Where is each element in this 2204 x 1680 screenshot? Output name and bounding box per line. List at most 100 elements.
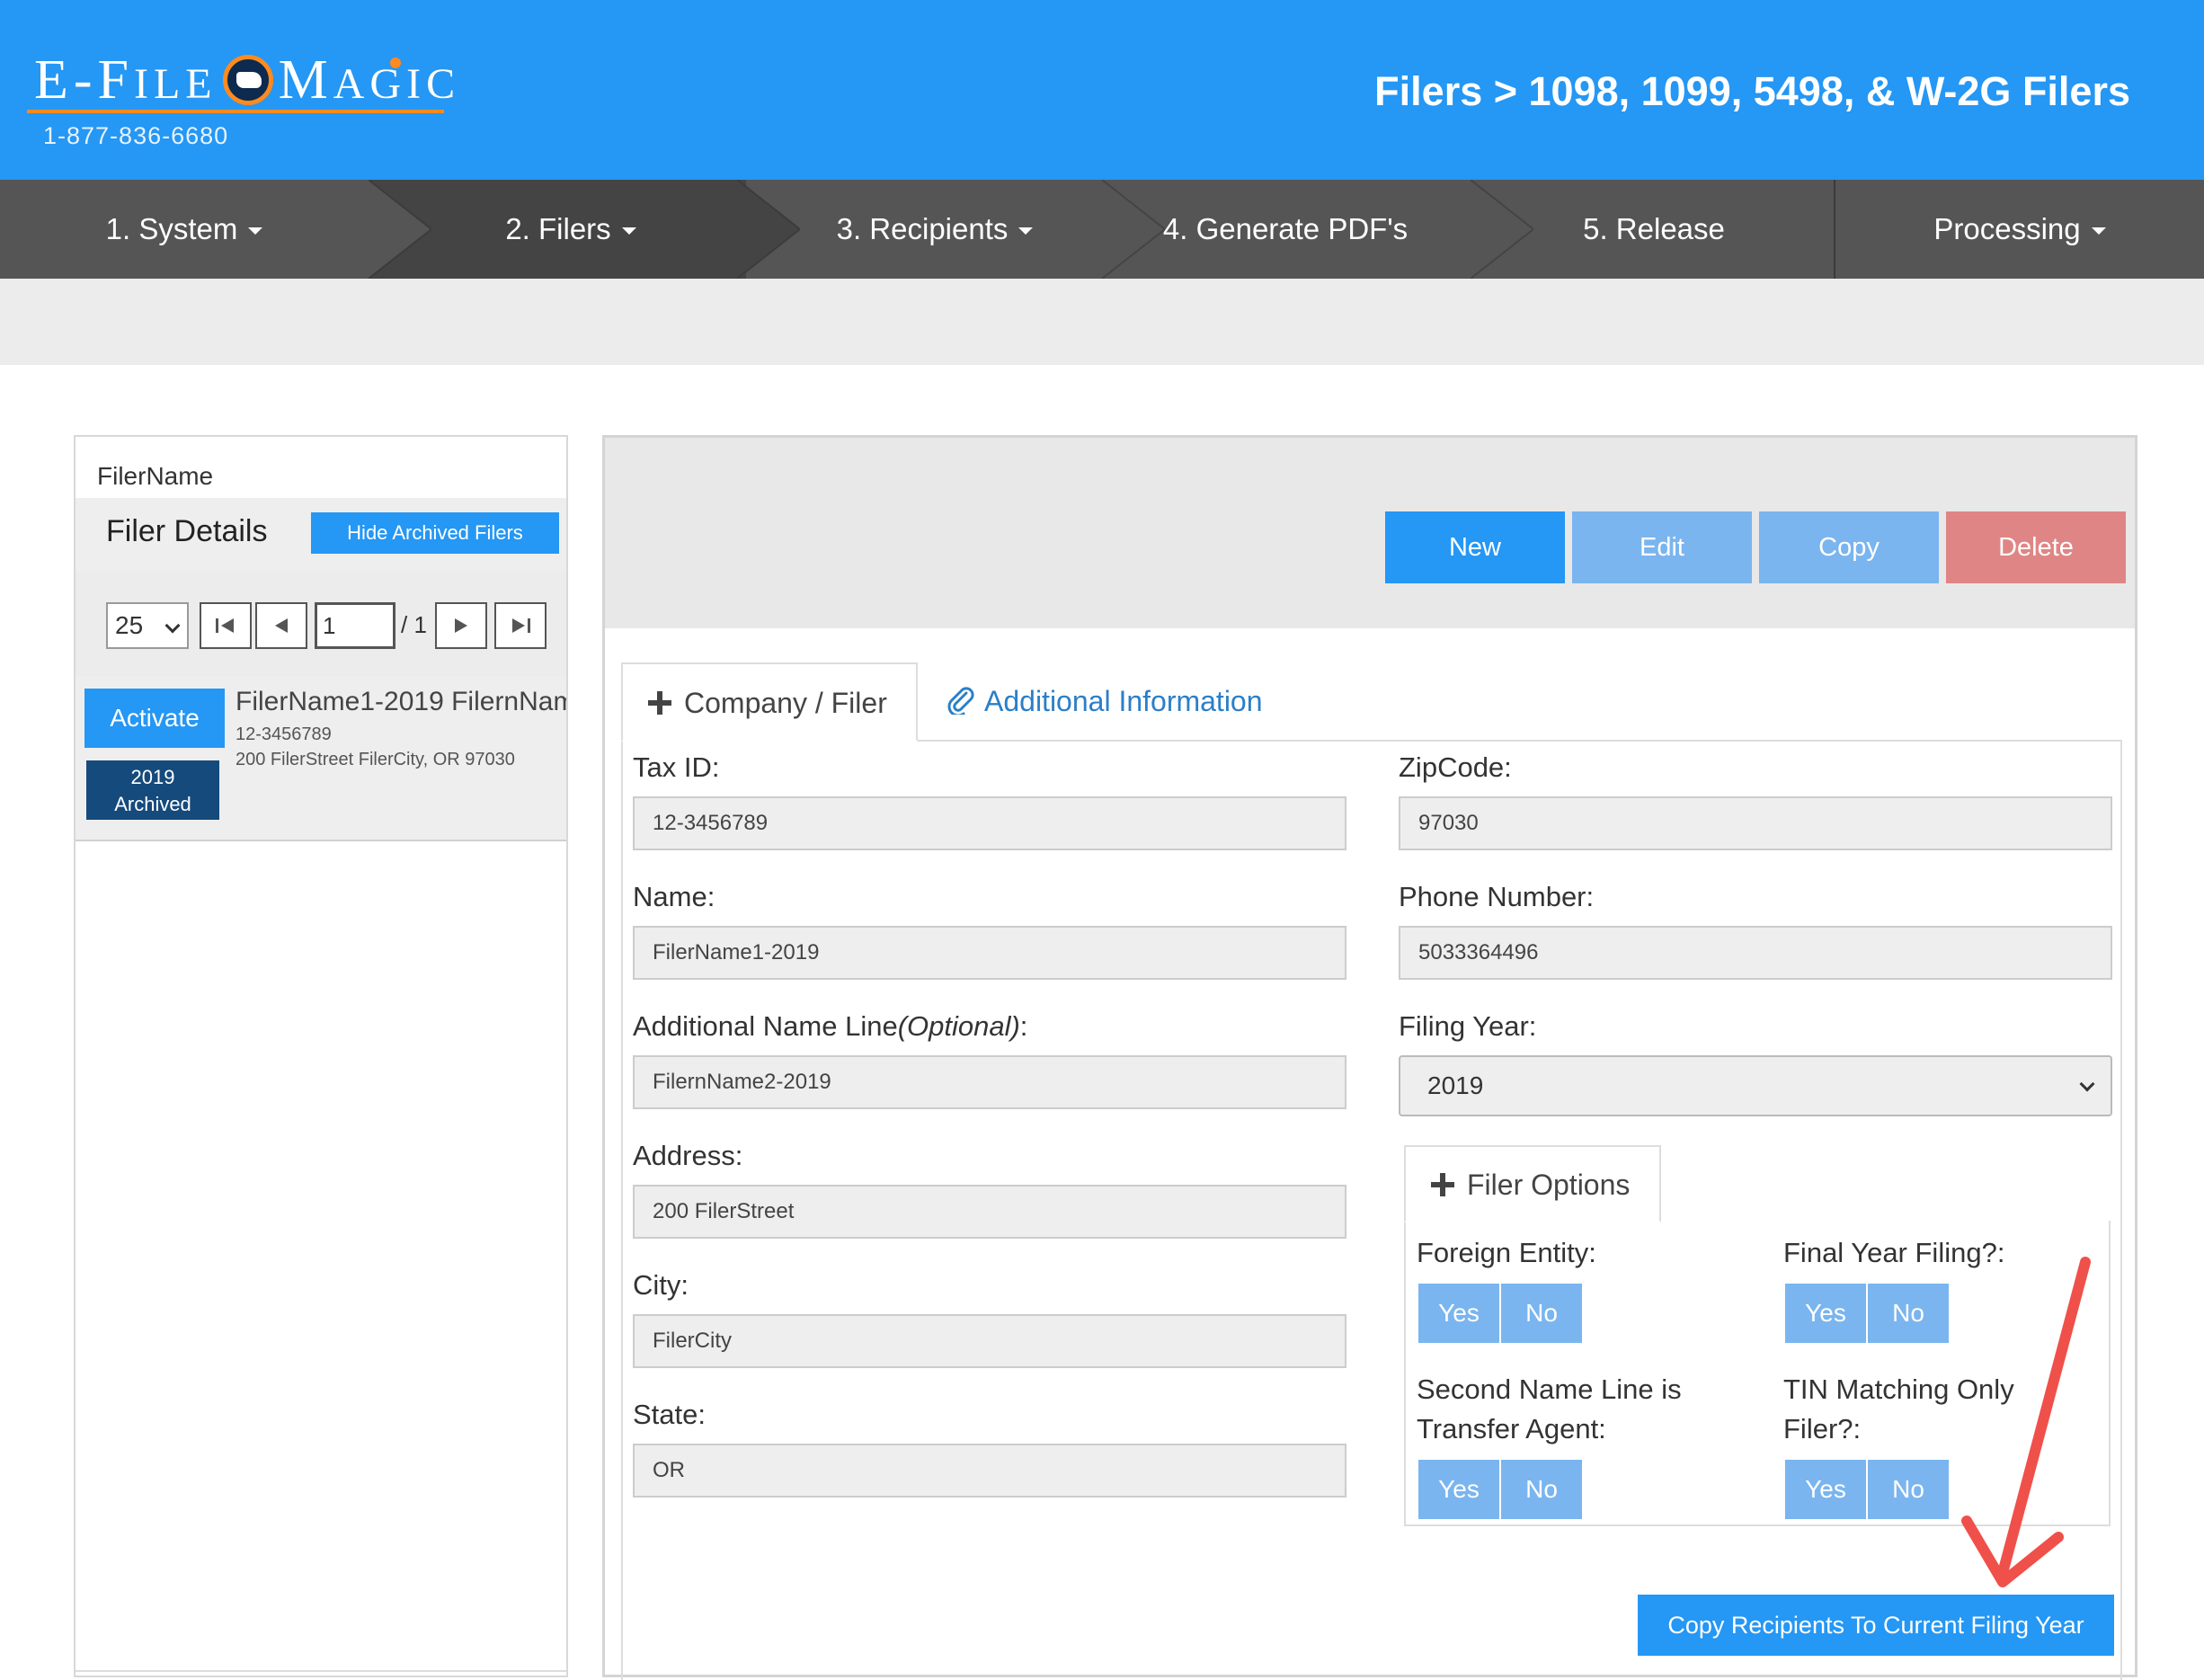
tab-filer-options[interactable]: Filer Options (1404, 1145, 1661, 1222)
page-size-select[interactable]: 25 (106, 602, 189, 649)
plus-icon (648, 691, 671, 715)
hide-archived-button[interactable]: Hide Archived Filers (311, 512, 559, 554)
nav-processing[interactable]: Processing (1835, 180, 2204, 279)
tab-company-filer[interactable]: Company / Filer (621, 662, 918, 742)
caret-down-icon (1018, 227, 1034, 236)
nav-release[interactable]: 5. Release (1492, 180, 1816, 279)
nav-release-label: 5. Release (1583, 212, 1725, 245)
filer-record-address: 200 FilerStreet FilerCity, OR 97030 (236, 750, 515, 769)
detail-tabs: Company / Filer Additional Information (621, 662, 2122, 742)
logo-underline (27, 110, 444, 113)
phone-label: Phone Number: (1399, 881, 1595, 912)
next-page-button[interactable] (435, 602, 487, 649)
nav-generate-pdfs-label: 4. Generate PDF's (1162, 212, 1409, 245)
nav-chevron (737, 180, 800, 279)
prev-page-button[interactable] (255, 602, 307, 649)
second-name-transfer-label-1: Second Name Line is (1417, 1373, 1682, 1405)
final-year-yes[interactable]: Yes (1785, 1284, 1866, 1343)
caret-down-icon (621, 227, 636, 236)
foreign-entity-no[interactable]: No (1501, 1284, 1582, 1343)
filing-year-label: Filing Year: (1399, 1010, 1537, 1042)
tab-additional-information[interactable]: Additional Information (945, 662, 1263, 742)
record-toolbar: New Edit Copy Delete (605, 438, 2135, 628)
filer-record-name: FilerName1-2019 FilernName2-2019 (236, 687, 566, 716)
support-phone: 1-877-836-6680 (43, 122, 229, 149)
activate-button[interactable]: Activate (84, 689, 225, 748)
last-page-button[interactable] (494, 602, 547, 649)
caret-down-icon (2091, 227, 2106, 236)
plus-icon (1431, 1173, 1454, 1196)
city-label: City: (633, 1269, 689, 1301)
app-header: E-FILE MAGIC 1-877-836-6680 Filers > 1098… (0, 0, 2204, 180)
phone-input[interactable]: 5033364496 (1399, 926, 2112, 980)
filer-details-title: Filer Details (106, 514, 268, 548)
next-page-icon (455, 618, 467, 633)
label-colon: : (1019, 1010, 1028, 1042)
archived-badge: 2019 Archived (86, 760, 219, 820)
globe-icon (222, 54, 273, 105)
nav-chevron (369, 180, 431, 279)
badge-status: Archived (114, 793, 191, 815)
nav-recipients[interactable]: 3. Recipients (755, 180, 1115, 279)
address-input[interactable]: 200 FilerStreet (633, 1185, 1346, 1239)
pager: 25 1 / 1 (76, 572, 566, 676)
name-input[interactable]: FilerName1-2019 (633, 926, 1346, 980)
name-label: Name: (633, 881, 715, 912)
additional-name-label-text: Additional Name Line (633, 1010, 898, 1042)
second-name-transfer-label-2: Transfer Agent: (1417, 1413, 1606, 1444)
filer-list-panel: FilerName Filer Details Hide Archived Fi… (74, 435, 568, 1677)
nav-processing-label: Processing (1933, 212, 2081, 245)
filer-options-label: Filer Options (1467, 1169, 1631, 1201)
nav-chevron (1471, 180, 1533, 279)
chevron-down-icon (164, 618, 181, 634)
second-name-transfer-yes[interactable]: Yes (1418, 1460, 1499, 1519)
step-nav: 1. System 2. Filers 3. Recipients 4. Gen… (0, 180, 2204, 279)
first-page-button[interactable] (200, 602, 252, 649)
tax-id-label: Tax ID: (633, 751, 720, 783)
nav-system[interactable]: 1. System (0, 180, 369, 279)
state-label: State: (633, 1399, 706, 1430)
final-year-no[interactable]: No (1868, 1284, 1949, 1343)
nav-filers[interactable]: 2. Filers (395, 180, 746, 279)
nav-chevron (1102, 180, 1165, 279)
filing-year-value: 2019 (1427, 1071, 1484, 1099)
nav-filers-label: 2. Filers (505, 212, 611, 245)
column-header[interactable]: FilerName (97, 462, 213, 491)
first-page-icon (216, 618, 234, 633)
zip-input[interactable]: 97030 (1399, 796, 2112, 850)
tax-id-input[interactable]: 12-3456789 (633, 796, 1346, 850)
tin-matching-label-2: Filer?: (1783, 1413, 1862, 1444)
chevron-down-icon (2079, 1076, 2095, 1092)
nav-recipients-label: 3. Recipients (836, 212, 1009, 245)
filing-year-select[interactable]: 2019 (1399, 1055, 2112, 1116)
additional-name-label: Additional Name Line(Optional): (633, 1010, 1027, 1043)
filer-record-tin: 12-3456789 (236, 724, 332, 744)
tin-matching-yes[interactable]: Yes (1785, 1460, 1866, 1519)
copy-button[interactable]: Copy (1759, 511, 1939, 583)
filer-record[interactable]: Activate 2019 Archived FilerName1-2019 F… (76, 676, 566, 841)
paperclip-icon (947, 687, 974, 715)
foreign-entity-label: Foreign Entity: (1417, 1237, 1596, 1268)
sub-toolbar (0, 279, 2204, 365)
address-label: Address: (633, 1140, 743, 1171)
second-name-transfer-no[interactable]: No (1501, 1460, 1582, 1519)
badge-year: 2019 (130, 766, 175, 788)
new-button[interactable]: New (1385, 511, 1565, 583)
copy-recipients-button[interactable]: Copy Recipients To Current Filing Year (1638, 1595, 2114, 1656)
foreign-entity-yes[interactable]: Yes (1418, 1284, 1499, 1343)
additional-name-input[interactable]: FilernName2-2019 (633, 1055, 1346, 1109)
prev-page-icon (275, 618, 288, 633)
state-input[interactable]: OR (633, 1444, 1346, 1498)
edit-button[interactable]: Edit (1572, 511, 1752, 583)
page-size-value: 25 (115, 611, 144, 639)
last-page-icon (512, 618, 530, 633)
nav-generate-pdfs[interactable]: 4. Generate PDF's (1124, 180, 1447, 279)
total-pages: / 1 (401, 611, 427, 638)
city-input[interactable]: FilerCity (633, 1314, 1346, 1368)
tab-company-filer-label: Company / Filer (684, 687, 887, 719)
zip-label: ZipCode: (1399, 751, 1512, 783)
panel-bottom-divider (76, 1670, 566, 1672)
tin-matching-no[interactable]: No (1868, 1460, 1949, 1519)
delete-button[interactable]: Delete (1946, 511, 2126, 583)
page-number-input[interactable]: 1 (315, 602, 395, 649)
